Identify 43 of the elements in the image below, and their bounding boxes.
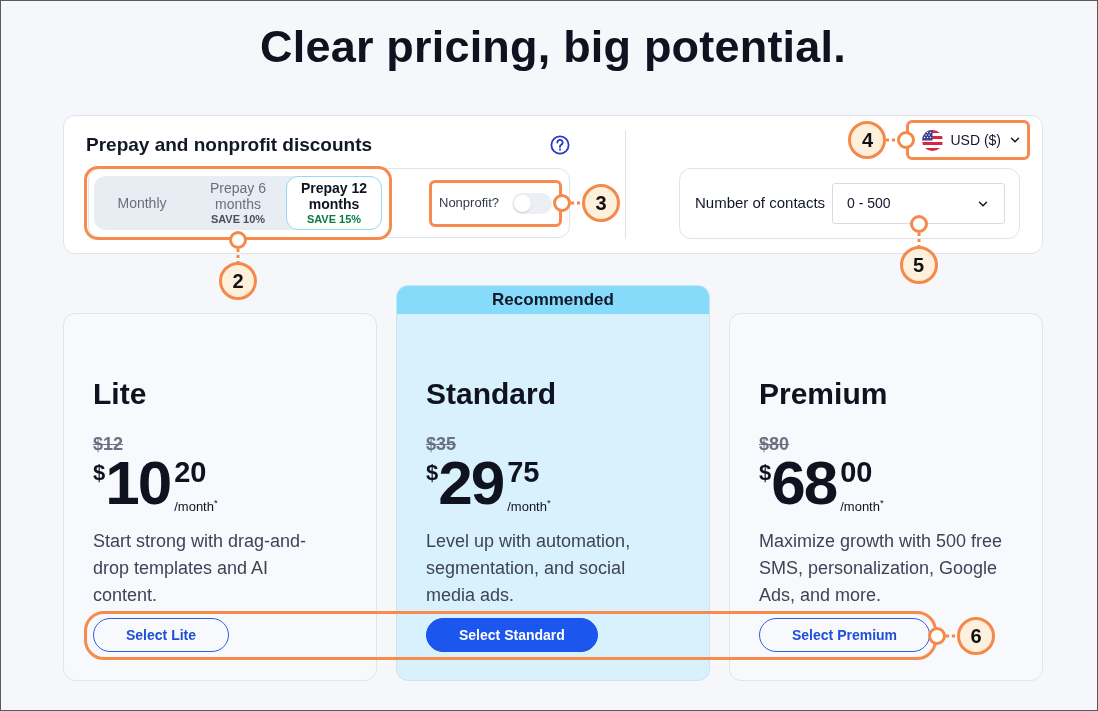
currency-symbol: $ xyxy=(426,462,439,484)
nonprofit-toggle[interactable] xyxy=(512,192,552,214)
original-price: $12 xyxy=(93,434,124,454)
price-cents: 00 xyxy=(840,458,873,487)
currency-symbol: $ xyxy=(93,462,106,484)
nonprofit-label: Nonprofit? xyxy=(439,194,499,213)
recommended-banner: Recommended xyxy=(397,286,709,314)
flag-icon xyxy=(922,129,944,151)
billing-period: /month$^{*}$ xyxy=(840,499,884,514)
callout-number: 4 xyxy=(848,121,887,159)
contacts-label: Number of contacts xyxy=(695,193,826,214)
callout-leader xyxy=(552,193,582,213)
price-whole: 68 xyxy=(771,458,837,508)
billing-period: /month$^{*}$ xyxy=(174,499,218,514)
price-cents: 20 xyxy=(174,458,207,487)
price-whole: 29 xyxy=(438,458,504,508)
callout-leader xyxy=(886,130,917,150)
price-cents: 75 xyxy=(507,458,540,487)
currency-symbol: $ xyxy=(759,462,772,484)
currency-selector[interactable]: USD ($) xyxy=(920,124,1024,156)
billing-option[interactable]: Monthly xyxy=(94,176,190,230)
plan-description: Maximize growth with 500 free SMS, personalization, Google Ads, and more. xyxy=(759,530,1003,607)
callout-number: 5 xyxy=(899,246,938,284)
billing-period: /month$^{*}$ xyxy=(507,499,551,514)
price-whole: 10 xyxy=(105,458,171,508)
callout-leader xyxy=(908,214,929,246)
billing-option[interactable]: Prepay 12 months SAVE 15% xyxy=(286,176,382,230)
plan-name: Lite xyxy=(93,376,147,412)
billing-option[interactable]: Prepay 6 months SAVE 10% xyxy=(190,176,286,230)
original-price: $35 xyxy=(426,434,457,454)
plan-description: Level up with automation, segmentation, and social media ads. xyxy=(426,530,632,607)
callout-number: 2 xyxy=(219,262,257,300)
contacts-select[interactable]: 0 - 500 xyxy=(832,183,1006,224)
plan-name: Premium xyxy=(759,376,888,412)
original-price: $80 xyxy=(759,434,790,454)
callout-number: 3 xyxy=(582,184,620,222)
callout-leader xyxy=(927,625,957,646)
plan-name: Standard xyxy=(426,376,557,412)
select-plan-button[interactable]: Select Standard xyxy=(426,618,598,652)
discounts-heading: Prepay and nonprofit discounts xyxy=(86,132,373,157)
plan-description: Start strong with drag-and-drop templates and AI content. xyxy=(93,530,308,607)
page-title: Clear pricing, big potential. xyxy=(260,20,846,75)
help-icon[interactable] xyxy=(550,135,570,155)
